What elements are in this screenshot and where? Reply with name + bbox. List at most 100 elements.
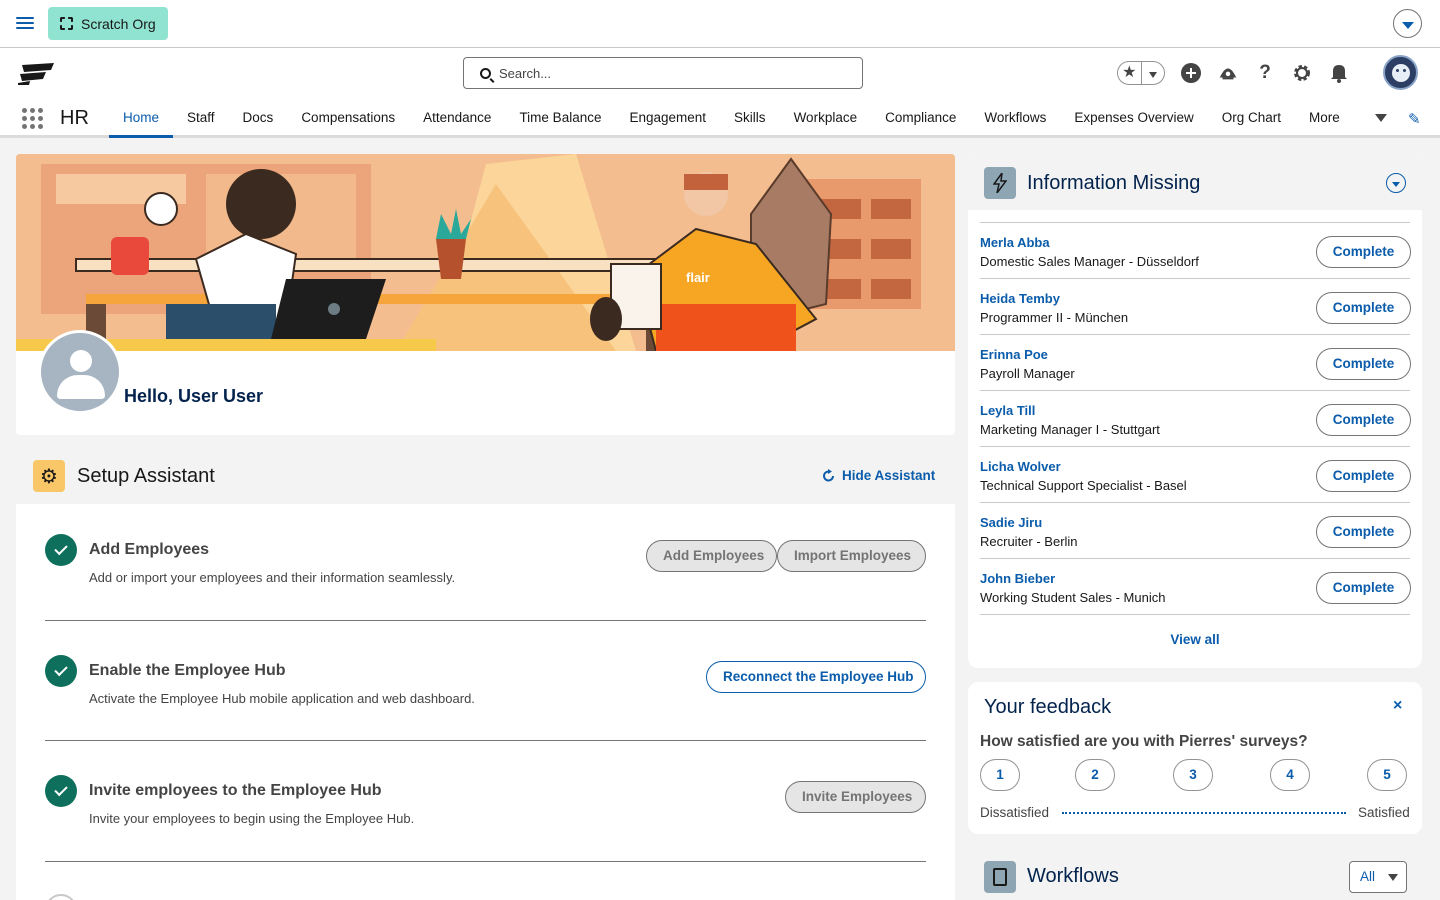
step-title: Add Employees bbox=[89, 541, 210, 558]
refresh-icon bbox=[823, 468, 834, 481]
complete-button[interactable]: Complete bbox=[1316, 516, 1411, 548]
global-search-input[interactable]: Search... bbox=[463, 57, 863, 89]
list-item: Licha Wolver Technical Support Specialis… bbox=[980, 447, 1411, 503]
star-icon[interactable]: ★ bbox=[1118, 62, 1142, 84]
pencil-icon[interactable]: ✎ bbox=[1408, 110, 1421, 128]
global-top-bar: Scratch Org bbox=[0, 0, 1440, 48]
complete-button[interactable]: Complete bbox=[1316, 348, 1411, 380]
welcome-banner-illustration: flair bbox=[16, 154, 955, 351]
complete-button[interactable]: Complete bbox=[1316, 292, 1411, 324]
user-silhouette-body bbox=[57, 375, 105, 399]
setup-assistant-header: ⚙ Setup Assistant Hide Assistant bbox=[16, 447, 955, 504]
scale-line bbox=[1062, 812, 1346, 814]
view-all-link[interactable]: View all bbox=[968, 632, 1422, 647]
scratch-org-badge[interactable]: Scratch Org bbox=[48, 7, 168, 40]
header-actions: ★ ? bbox=[1117, 60, 1349, 86]
information-missing-card: Information Missing Merla Abba Domestic … bbox=[968, 154, 1422, 668]
tab-compliance[interactable]: Compliance bbox=[871, 98, 970, 137]
employee-role: Domestic Sales Manager - Düsseldorf bbox=[980, 254, 1199, 269]
complete-button[interactable]: Complete bbox=[1316, 404, 1411, 436]
step-description: Add or import your employees and their i… bbox=[89, 570, 456, 585]
dashed-square-icon bbox=[60, 17, 73, 30]
setup-assistant-card: ⚙ Setup Assistant Hide Assistant Add Emp… bbox=[16, 447, 955, 900]
more-chevron-down-icon[interactable] bbox=[1375, 114, 1387, 122]
scale-low-label: Dissatisfied bbox=[980, 805, 1050, 820]
search-placeholder: Search... bbox=[499, 65, 552, 81]
workflows-title: Workflows bbox=[1027, 865, 1119, 887]
profile-avatar[interactable] bbox=[38, 330, 122, 414]
help-icon[interactable]: ? bbox=[1255, 62, 1275, 83]
bell-icon[interactable] bbox=[1329, 63, 1349, 83]
list-item: Sadie Jiru Recruiter - Berlin Complete bbox=[980, 503, 1411, 559]
hide-assistant-button[interactable]: Hide Assistant bbox=[822, 468, 935, 483]
tab-home[interactable]: Home bbox=[109, 98, 174, 138]
user-avatar[interactable] bbox=[1383, 55, 1418, 90]
gear-icon[interactable] bbox=[1292, 63, 1312, 83]
tab-workflows[interactable]: Workflows bbox=[970, 98, 1060, 137]
tab-compensations[interactable]: Compensations bbox=[287, 98, 409, 137]
rating-option-5[interactable]: 5 bbox=[1367, 759, 1407, 791]
employee-name-link[interactable]: Licha Wolver bbox=[980, 459, 1061, 474]
complete-button[interactable]: Complete bbox=[1316, 572, 1411, 604]
invite-employees-button[interactable]: Invite Employees bbox=[785, 781, 926, 813]
check-icon bbox=[45, 775, 77, 807]
pending-step-icon bbox=[45, 894, 77, 900]
add-employees-button[interactable]: Add Employees bbox=[646, 540, 777, 572]
tab-staff[interactable]: Staff bbox=[173, 98, 229, 137]
feedback-card: Your feedback × How satisfied are you wi… bbox=[968, 682, 1422, 834]
rating-option-4[interactable]: 4 bbox=[1270, 759, 1310, 791]
search-icon bbox=[480, 67, 491, 79]
employee-role: Marketing Manager I - Stuttgart bbox=[980, 422, 1160, 437]
list-item: John Bieber Working Student Sales - Muni… bbox=[980, 559, 1411, 615]
gear-icon: ⚙ bbox=[33, 460, 65, 492]
employee-name-link[interactable]: Merla Abba bbox=[980, 235, 1050, 250]
nav-tabs: Home Staff Docs Compensations Attendance… bbox=[109, 98, 1354, 138]
import-employees-button[interactable]: Import Employees bbox=[777, 540, 926, 572]
employee-name-link[interactable]: Heida Temby bbox=[980, 291, 1060, 306]
hamburger-icon[interactable] bbox=[16, 15, 34, 31]
chevron-down-icon[interactable] bbox=[1393, 9, 1422, 38]
workflows-filter-value: All bbox=[1360, 869, 1376, 884]
close-icon[interactable]: × bbox=[1393, 697, 1402, 715]
complete-button[interactable]: Complete bbox=[1316, 236, 1411, 268]
plus-circle-icon[interactable] bbox=[1181, 63, 1201, 83]
employee-role: Working Student Sales - Munich bbox=[980, 590, 1166, 605]
hide-assistant-label: Hide Assistant bbox=[842, 468, 936, 483]
rating-option-1[interactable]: 1 bbox=[980, 759, 1020, 791]
favorites-button[interactable]: ★ bbox=[1117, 61, 1165, 85]
tab-docs[interactable]: Docs bbox=[229, 98, 288, 137]
step-title: Invite employees to the Employee Hub bbox=[89, 782, 382, 799]
app-nav-bar: HR Home Staff Docs Compensations Attenda… bbox=[0, 98, 1440, 138]
tab-workplace[interactable]: Workplace bbox=[780, 98, 872, 137]
employee-name-link[interactable]: John Bieber bbox=[980, 571, 1055, 586]
tab-attendance[interactable]: Attendance bbox=[409, 98, 505, 137]
setup-step-add-employees: Add Employees Add or import your employe… bbox=[45, 532, 926, 621]
employee-role: Recruiter - Berlin bbox=[980, 534, 1078, 549]
tab-org-chart[interactable]: Org Chart bbox=[1208, 98, 1295, 137]
tab-skills[interactable]: Skills bbox=[720, 98, 780, 137]
tab-more[interactable]: More bbox=[1295, 98, 1354, 137]
step-description: Invite your employees to begin using the… bbox=[89, 811, 415, 826]
rating-option-3[interactable]: 3 bbox=[1173, 759, 1213, 791]
employee-name-link[interactable]: Erinna Poe bbox=[980, 347, 1048, 362]
employee-name-link[interactable]: Leyla Till bbox=[980, 403, 1035, 418]
information-missing-header: Information Missing bbox=[968, 154, 1422, 210]
chevron-down-icon[interactable] bbox=[1386, 173, 1406, 193]
scale-high-label: Satisfied bbox=[1358, 805, 1410, 820]
app-launcher-icon[interactable] bbox=[22, 108, 43, 129]
tab-engagement[interactable]: Engagement bbox=[615, 98, 720, 137]
check-icon bbox=[45, 655, 77, 687]
rating-option-2[interactable]: 2 bbox=[1075, 759, 1115, 791]
list-item: Merla Abba Domestic Sales Manager - Düss… bbox=[980, 223, 1411, 279]
complete-button[interactable]: Complete bbox=[1316, 460, 1411, 492]
employee-role: Payroll Manager bbox=[980, 366, 1075, 381]
tab-expenses-overview[interactable]: Expenses Overview bbox=[1060, 98, 1207, 137]
trailhead-icon[interactable] bbox=[1218, 63, 1238, 83]
setup-assistant-title: Setup Assistant bbox=[77, 465, 215, 487]
reconnect-employee-hub-button[interactable]: Reconnect the Employee Hub bbox=[706, 661, 926, 693]
tab-time-balance[interactable]: Time Balance bbox=[505, 98, 615, 137]
global-header: Search... ★ ? bbox=[0, 48, 1440, 98]
workflows-filter-select[interactable]: All bbox=[1349, 861, 1407, 893]
employee-name-link[interactable]: Sadie Jiru bbox=[980, 515, 1042, 530]
favorites-dropdown-icon[interactable] bbox=[1142, 66, 1165, 81]
